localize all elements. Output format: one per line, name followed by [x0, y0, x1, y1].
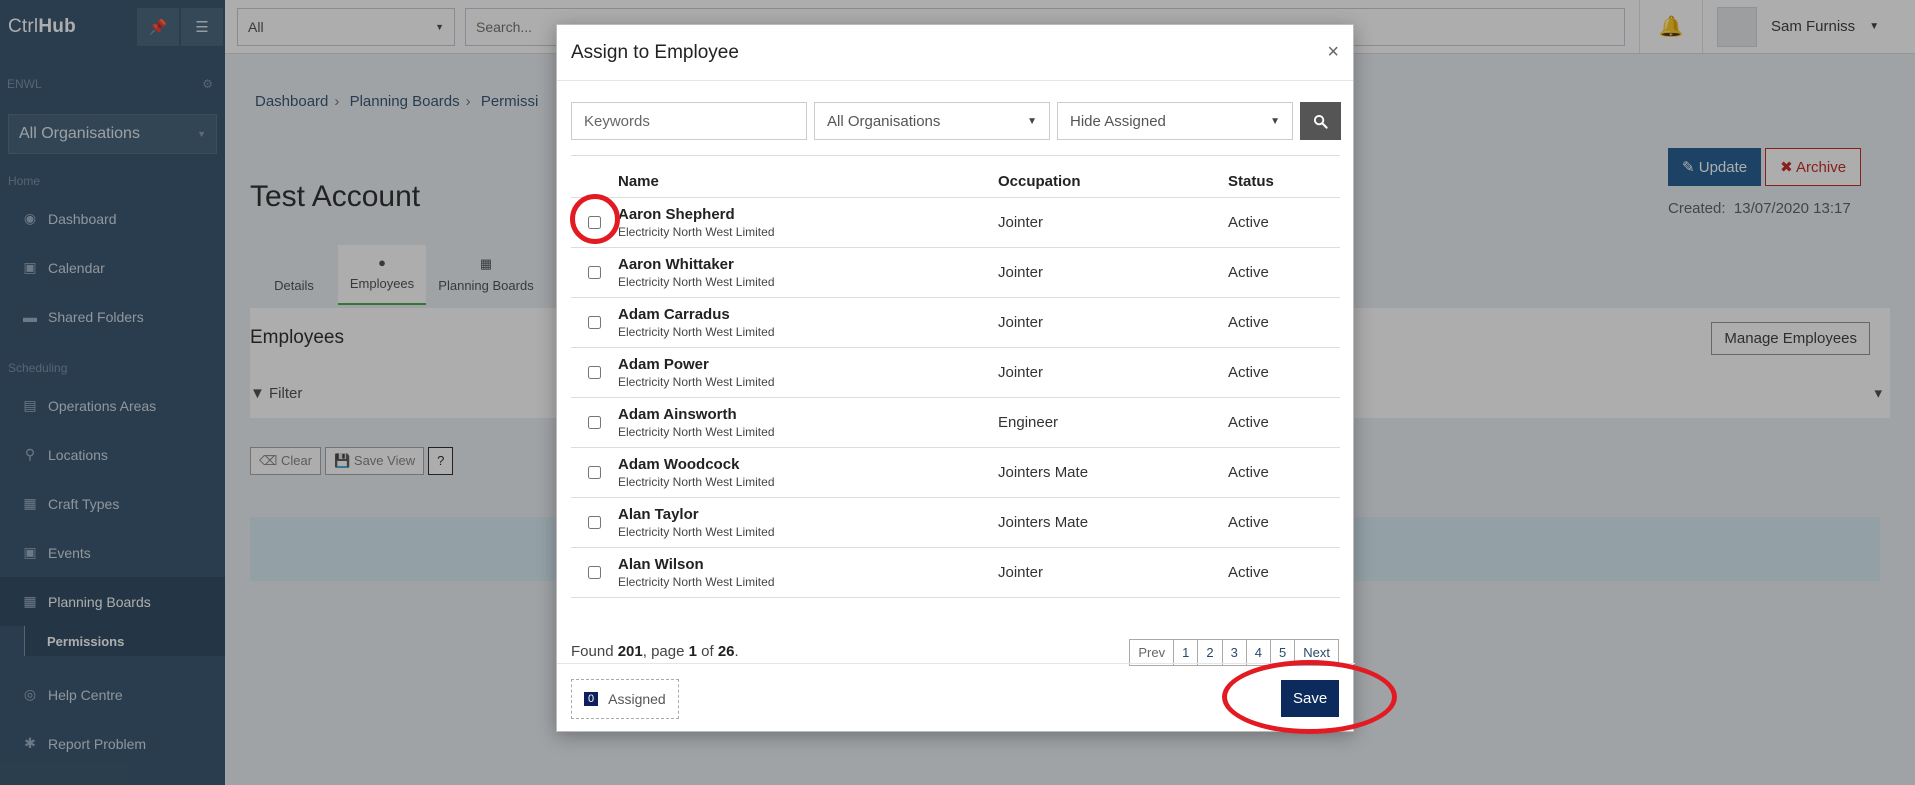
- column-name[interactable]: Name: [618, 173, 998, 190]
- row-checkbox-cell: [571, 266, 618, 279]
- chevron-down-icon: ▼: [1270, 115, 1280, 127]
- table-row[interactable]: Adam Carradus Electricity North West Limi…: [571, 298, 1340, 348]
- employee-name-cell: Adam Ainsworth Electricity North West Lim…: [618, 406, 998, 439]
- employee-name: Alan Wilson: [618, 556, 704, 573]
- row-checkbox-cell: [571, 516, 618, 529]
- modal-header: Assign to Employee ×: [557, 25, 1353, 81]
- search-icon: [1313, 114, 1328, 129]
- results-summary: Found 201, page 1 of 26.: [571, 643, 739, 660]
- employee-status: Active: [1228, 464, 1269, 481]
- employee-organisation: Electricity North West Limited: [618, 575, 775, 589]
- employee-occupation: Jointer: [998, 564, 1044, 581]
- row-checkbox[interactable]: [588, 566, 601, 579]
- employee-occupation: Jointer: [998, 314, 1044, 331]
- employee-name: Adam Ainsworth: [618, 406, 737, 423]
- employee-name: Adam Power: [618, 356, 709, 373]
- row-checkbox-cell: [571, 466, 618, 479]
- row-checkbox[interactable]: [588, 366, 601, 379]
- pagination-page-4[interactable]: 4: [1247, 640, 1272, 665]
- search-button[interactable]: [1300, 102, 1341, 140]
- row-checkbox[interactable]: [588, 266, 601, 279]
- employee-name-cell: Aaron Shepherd Electricity North West Lim…: [618, 206, 998, 239]
- employee-name-cell: Adam Woodcock Electricity North West Limi…: [618, 456, 998, 489]
- employee-organisation: Electricity North West Limited: [618, 475, 775, 489]
- assigned-count-badge: 0: [584, 692, 599, 706]
- chevron-down-icon: ▼: [1027, 115, 1037, 127]
- assign-employee-modal: Assign to Employee × All Organisations ▼…: [556, 24, 1355, 732]
- column-occupation[interactable]: Occupation: [998, 173, 1228, 190]
- employee-table: Name Occupation Status Aaron Shepherd Ele…: [571, 155, 1340, 598]
- row-checkbox[interactable]: [588, 216, 601, 229]
- employee-status: Active: [1228, 564, 1269, 581]
- pagination-page-5[interactable]: 5: [1271, 640, 1296, 665]
- employee-occupation: Jointer: [998, 264, 1044, 281]
- table-row[interactable]: Adam Ainsworth Electricity North West Lim…: [571, 398, 1340, 448]
- row-checkbox-cell: [571, 566, 618, 579]
- employee-occupation: Jointers Mate: [998, 514, 1089, 531]
- table-header: Name Occupation Status: [571, 156, 1340, 198]
- save-button[interactable]: Save: [1281, 680, 1340, 717]
- employee-occupation: Engineer: [998, 414, 1059, 431]
- pagination-prev[interactable]: Prev: [1130, 640, 1175, 665]
- assigned-filter-select[interactable]: Hide Assigned ▼: [1057, 102, 1293, 140]
- employee-occupation: Jointer: [998, 364, 1044, 381]
- pagination-page-3[interactable]: 3: [1223, 640, 1247, 665]
- employee-occupation: Jointer: [998, 214, 1044, 231]
- modal-title: Assign to Employee: [571, 41, 739, 63]
- employee-status: Active: [1228, 214, 1269, 231]
- search-row: All Organisations ▼ Hide Assigned ▼: [571, 102, 1341, 140]
- employee-organisation: Electricity North West Limited: [618, 525, 775, 539]
- row-checkbox[interactable]: [588, 516, 601, 529]
- row-checkbox[interactable]: [588, 316, 601, 329]
- table-row[interactable]: Adam Power Electricity North West Limited…: [571, 348, 1340, 398]
- table-row[interactable]: Alan Wilson Electricity North West Limite…: [571, 548, 1340, 598]
- organisation-filter-select[interactable]: All Organisations ▼: [814, 102, 1050, 140]
- pagination: Prev 1 2 3 4 5 Next: [1129, 639, 1339, 666]
- employee-name: Adam Woodcock: [618, 456, 740, 473]
- employee-name-cell: Alan Wilson Electricity North West Limite…: [618, 556, 998, 589]
- column-status[interactable]: Status: [1228, 173, 1338, 190]
- table-row[interactable]: Adam Woodcock Electricity North West Limi…: [571, 448, 1340, 498]
- employee-name-cell: Adam Power Electricity North West Limited: [618, 356, 998, 389]
- employee-name: Alan Taylor: [618, 506, 699, 523]
- employee-name-cell: Alan Taylor Electricity North West Limite…: [618, 506, 998, 539]
- keywords-input[interactable]: [571, 102, 807, 140]
- employee-occupation: Jointers Mate: [998, 464, 1089, 481]
- employee-organisation: Electricity North West Limited: [618, 325, 775, 339]
- pagination-page-2[interactable]: 2: [1198, 640, 1223, 665]
- employee-status: Active: [1228, 364, 1269, 381]
- employee-name: Aaron Shepherd: [618, 206, 735, 223]
- employee-organisation: Electricity North West Limited: [618, 375, 775, 389]
- row-checkbox-cell: [571, 316, 618, 329]
- row-checkbox-cell: [571, 216, 618, 229]
- row-checkbox[interactable]: [588, 416, 601, 429]
- employee-status: Active: [1228, 264, 1269, 281]
- close-icon[interactable]: ×: [1327, 41, 1339, 64]
- row-checkbox[interactable]: [588, 466, 601, 479]
- row-checkbox-cell: [571, 416, 618, 429]
- table-row[interactable]: Aaron Whittaker Electricity North West Li…: [571, 248, 1340, 298]
- employee-status: Active: [1228, 314, 1269, 331]
- assigned-label: Assigned: [608, 691, 666, 707]
- table-row[interactable]: Aaron Shepherd Electricity North West Lim…: [571, 198, 1340, 248]
- pagination-page-1[interactable]: 1: [1174, 640, 1199, 665]
- modal-footer-divider: [557, 663, 1355, 664]
- assigned-summary[interactable]: 0 Assigned: [571, 679, 679, 719]
- employee-name-cell: Aaron Whittaker Electricity North West Li…: [618, 256, 998, 289]
- row-checkbox-cell: [571, 366, 618, 379]
- employee-status: Active: [1228, 414, 1269, 431]
- employee-name-cell: Adam Carradus Electricity North West Limi…: [618, 306, 998, 339]
- employee-status: Active: [1228, 514, 1269, 531]
- employee-organisation: Electricity North West Limited: [618, 275, 775, 289]
- table-row[interactable]: Alan Taylor Electricity North West Limite…: [571, 498, 1340, 548]
- pagination-next[interactable]: Next: [1295, 640, 1338, 665]
- employee-name: Aaron Whittaker: [618, 256, 734, 273]
- employee-organisation: Electricity North West Limited: [618, 425, 775, 439]
- employee-name: Adam Carradus: [618, 306, 730, 323]
- employee-organisation: Electricity North West Limited: [618, 225, 775, 239]
